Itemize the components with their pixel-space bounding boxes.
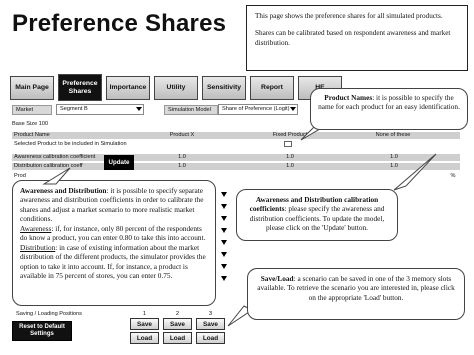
percent-label: % [450,173,456,179]
callout-ad-heading: Awareness and Distribution [20,186,107,195]
base-size: Base Size 100 [12,121,49,127]
chevron-down-icon[interactable] [221,228,227,233]
model-label: Simulation Model [164,105,218,115]
info-text-2: Shares can be calibrated based on respon… [255,29,451,47]
model-value: Share of Preference (Logit) [222,106,290,112]
slots-label: Saving / Loading Positions [16,311,82,317]
tab-preference-shares[interactable]: Preference Shares [58,74,102,101]
save-slot-1-button[interactable]: Save [130,318,159,330]
include-checkbox[interactable] [284,141,292,147]
save-slot-3-button[interactable]: Save [196,318,225,330]
header-product-x: Product X [169,132,195,138]
page-title: Preference Shares [12,10,227,37]
slot-number: 3 [208,311,213,317]
callout-ad-distribution-term: Distribution [20,242,56,252]
grid-header-row: Product Name Product X Fixed Product Non… [12,132,460,139]
chevron-down-icon[interactable] [221,276,227,281]
info-box: This page shows the preference shares fo… [246,5,468,71]
header-product-name: Product Name [14,132,50,138]
tab-sensitivity[interactable]: Sensitivity [202,76,246,100]
partial-row-label: Prod [14,173,26,179]
callout-coefficients: Awareness and Distribution calibration c… [236,189,398,241]
distribution-value[interactable]: 1.0 [280,163,300,169]
chevron-down-icon [136,107,142,111]
model-dropdown[interactable]: Share of Preference (Logit) [218,104,298,115]
update-button[interactable]: Update [104,155,134,170]
chevron-down-icon[interactable] [221,216,227,221]
header-none: None of these [375,132,411,138]
market-label: Market [12,105,52,115]
awareness-label: Awareness calibration coefficient [14,154,96,160]
selected-label: Selected Product to be included in Simul… [14,141,127,147]
chevron-down-icon[interactable] [221,192,227,197]
awareness-value[interactable]: 1.0 [172,154,192,160]
load-slot-1-button[interactable]: Load [130,332,159,344]
callout-awareness-distribution: Awareness and Distribution: it is possib… [12,180,216,306]
distribution-value[interactable]: 1.0 [172,163,192,169]
load-slot-2-button[interactable]: Load [163,332,192,344]
callout-product-names-heading: Product Names [324,93,373,102]
chevron-down-icon[interactable] [221,264,227,269]
market-dropdown[interactable]: Segment B [56,104,144,115]
chevron-down-icon[interactable] [221,240,227,245]
slot-number: 2 [175,311,180,317]
chevron-down-icon[interactable] [221,204,227,209]
market-value: Segment B [60,106,88,112]
callout-product-names: Product Names: it is possible to specify… [310,88,468,130]
awareness-distribution-pointer [42,167,71,185]
awareness-value[interactable]: 1.0 [280,154,300,160]
coefficients-pointer [393,153,437,191]
save-slot-2-button[interactable]: Save [163,318,192,330]
info-text-1: This page shows the preference shares fo… [255,12,443,20]
callout-save-load: Save/Load: a scenario can be saved in on… [247,268,465,320]
chevron-down-icon[interactable] [221,252,227,257]
callout-ad-awareness-term: Awareness [20,223,52,233]
reset-defaults-button[interactable]: Reset to Default Settings [12,321,72,341]
tab-utility[interactable]: Utility [154,76,198,100]
selected-product-row: Selected Product to be included in Simul… [12,141,460,148]
load-slot-3-button[interactable]: Load [196,332,225,344]
tab-importance[interactable]: Importance [106,76,150,100]
callout-save-load-heading: Save/Load [260,274,294,283]
tab-main-page[interactable]: Main Page [10,76,54,100]
slot-number: 1 [142,311,147,317]
tab-report[interactable]: Report [250,76,294,100]
